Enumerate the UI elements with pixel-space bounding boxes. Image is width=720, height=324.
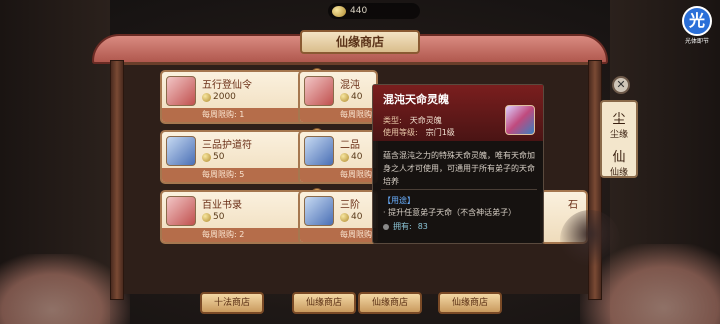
coin-icon — [202, 212, 211, 222]
item-limit: 每周限购 — [300, 108, 376, 122]
side-panel: 尘 尘缘 仙 仙缘 — [600, 100, 638, 178]
currency-display: 440 — [328, 3, 420, 19]
shop-item-card[interactable]: 混沌 40 每周限购 — [298, 70, 378, 124]
tooltip-use-label: 【用途】 — [383, 196, 415, 205]
coin-icon — [340, 92, 349, 102]
tooltip-level-value: 宗门1级 — [425, 128, 455, 137]
item-icon — [166, 136, 196, 166]
tooltip-description: 蕴含混沌之力的特殊天命灵魄，唯有天命加身之人才可使用，可通用于所有弟子的天命培养 — [383, 151, 535, 186]
item-price: 40 — [340, 92, 362, 102]
shop-item-card[interactable]: 二品 40 每周限购 — [298, 130, 378, 184]
item-name: 百业书录 — [202, 200, 242, 211]
item-price: 50 — [202, 212, 224, 222]
item-icon — [304, 136, 334, 166]
tooltip-owned: 拥有: 83 — [383, 221, 428, 232]
side-item-chenyuan[interactable]: 尘 尘缘 — [602, 102, 636, 140]
coin-icon — [340, 212, 349, 222]
shop-title: 仙缘商店 — [300, 30, 420, 54]
close-button[interactable]: ✕ — [612, 76, 630, 94]
app-badge-icon[interactable]: 光 — [682, 6, 712, 36]
app-badge-label: 光体即节 — [684, 38, 709, 45]
currency-amount: 440 — [350, 6, 368, 16]
item-name: 三品护道符 — [202, 140, 252, 151]
item-icon — [304, 76, 334, 106]
item-icon — [166, 196, 196, 226]
shop-item-card[interactable]: 三阶 40 每周限购 — [298, 190, 378, 244]
item-name: 混沌 — [340, 80, 360, 91]
side-item-label: 尘缘 — [609, 130, 628, 140]
tooltip-type-label: 类型: — [383, 116, 402, 125]
tab-shifa-shop[interactable]: 十法商店 — [200, 292, 264, 314]
coin-icon — [332, 5, 346, 17]
owned-dot-icon — [383, 223, 389, 230]
item-price: 40 — [340, 152, 362, 162]
side-item-xianyuan[interactable]: 仙 仙缘 — [602, 140, 636, 178]
item-price: 40 — [340, 212, 362, 222]
item-limit: 每周限购: 5 — [162, 168, 320, 182]
item-name: 石 — [568, 200, 578, 211]
chenyuan-icon: 尘 — [612, 112, 626, 127]
character-decoration — [560, 210, 620, 270]
tooltip-owned-value: 83 — [417, 222, 428, 231]
side-item-label: 仙缘 — [609, 168, 628, 178]
tooltip-use-text: · 提升任意弟子天命（不含神话弟子） — [383, 208, 517, 217]
item-limit: 每周限购 — [300, 228, 376, 242]
coin-icon — [202, 92, 211, 102]
coin-icon — [340, 152, 349, 162]
pillar-left — [110, 60, 124, 300]
game-logo — [10, 5, 72, 23]
item-price: 50 — [202, 152, 224, 162]
item-icon — [166, 76, 196, 106]
tooltip-divider — [381, 189, 537, 190]
item-price: 2000 — [202, 92, 236, 102]
item-name: 三阶 — [340, 200, 360, 211]
item-icon — [304, 196, 334, 226]
tooltip-type-value: 天命灵魄 — [409, 116, 442, 125]
tooltip-owned-label: 拥有: — [393, 222, 412, 231]
item-name: 五行登仙令 — [202, 80, 252, 91]
tooltip-level-label: 使用等级: — [383, 128, 418, 137]
tooltip-title: 混沌天命灵魄 — [383, 93, 449, 106]
tab-shop-4[interactable]: 仙缘商店 — [438, 292, 502, 314]
soul-gem-icon — [505, 105, 535, 135]
xianyuan-icon: 仙 — [612, 150, 626, 165]
tooltip-level-row: 使用等级: 宗门1级 — [383, 127, 455, 138]
tab-xianyuan-shop[interactable]: 仙缘商店 — [292, 292, 356, 314]
item-name: 二品 — [340, 140, 360, 151]
item-limit: 每周限购 — [300, 168, 376, 182]
item-limit: 每周限购: 1 — [162, 108, 320, 122]
coin-icon — [202, 152, 211, 162]
tooltip-type-row: 类型: 天命灵魄 — [383, 115, 442, 126]
item-tooltip: 混沌天命灵魄 类型: 天命灵魄 使用等级: 宗门1级 蕴含混沌之力的特殊天命灵魄，唯… — [372, 84, 544, 244]
item-limit: 每周限购: 2 — [162, 228, 320, 242]
tab-shop-3[interactable]: 仙缘商店 — [358, 292, 422, 314]
